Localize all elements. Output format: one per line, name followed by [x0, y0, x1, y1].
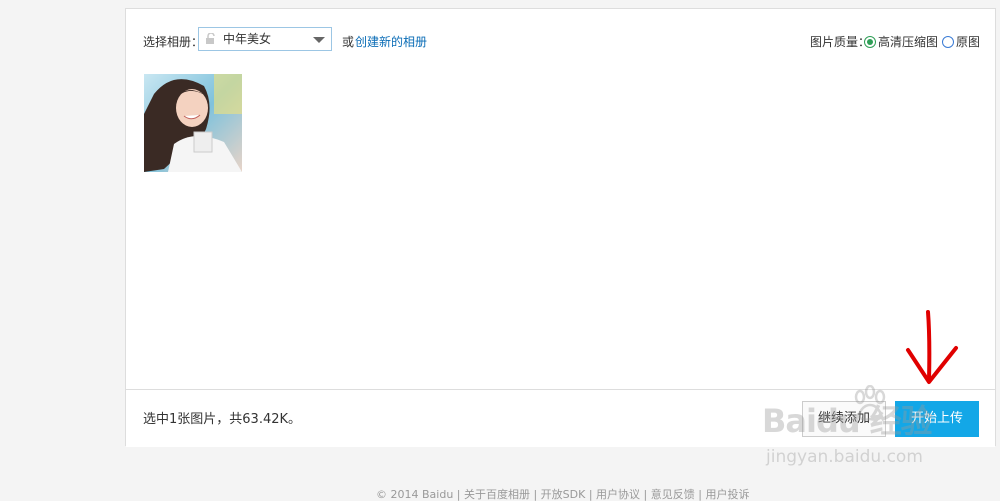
caret-down-icon — [313, 37, 325, 43]
album-label: 选择相册： — [143, 35, 204, 49]
baidu-watermark: Baidu 经验 jingyan.baidu.com — [762, 385, 992, 475]
photo-thumbnail[interactable] — [144, 74, 242, 172]
upload-toolbar: 选择相册： 中年美女 或 创建新的相册 图片质量： 高清压缩图 原图 — [126, 9, 995, 73]
or-text: 或 — [342, 35, 355, 49]
selection-summary: 选中1张图片，共63.42K。 — [143, 412, 302, 427]
red-arrow-annotation — [906, 310, 958, 384]
portrait-photo — [144, 74, 242, 172]
album-select[interactable]: 中年美女 — [198, 27, 332, 51]
quality-radio-original-label[interactable]: 原图 — [956, 34, 980, 50]
lock-icon — [205, 32, 217, 45]
upload-panel: 选择相册： 中年美女 或 创建新的相册 图片质量： 高清压缩图 原图 选中1张图… — [125, 8, 996, 447]
create-album-link[interactable]: 创建新的相册 — [355, 34, 427, 50]
quality-radio-hd-label[interactable]: 高清压缩图 — [878, 34, 938, 50]
quality-radio-original[interactable] — [942, 36, 954, 48]
quality-radio-hd[interactable] — [864, 36, 876, 48]
page-footer: © 2014 Baidu | 关于百度相册 | 开放SDK | 用户协议 | 意… — [376, 488, 750, 501]
watermark-url: jingyan.baidu.com — [766, 447, 923, 467]
album-select-value: 中年美女 — [223, 32, 272, 46]
quality-label: 图片质量： — [810, 35, 871, 49]
watermark-main-text: Baidu 经验 — [762, 402, 933, 440]
